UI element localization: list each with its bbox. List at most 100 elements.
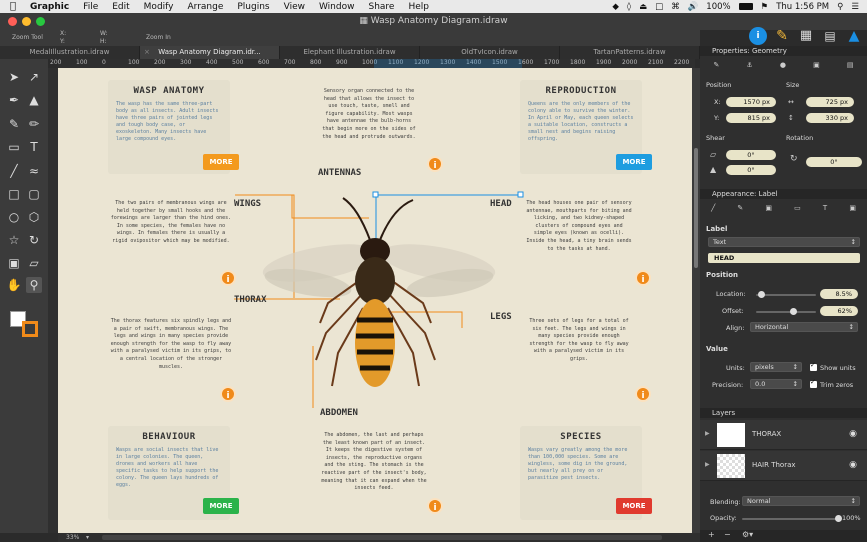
info-icon-legs[interactable]: i	[635, 386, 651, 402]
tab-tartan-patterns[interactable]: TartanPatterns.idraw	[560, 46, 700, 59]
rectangle-tool-icon[interactable]: □	[6, 186, 22, 202]
tab-elephant-illustration[interactable]: Elephant Illustration.idraw	[280, 46, 420, 59]
eraser-tool-icon[interactable]: ▭	[6, 139, 22, 155]
tab-medal-illustration[interactable]: MedalIllustration.idraw	[0, 46, 140, 59]
menu-list-icon[interactable]: ☰	[851, 2, 859, 12]
vertical-scrollbar[interactable]	[692, 68, 700, 533]
star-tool-icon[interactable]: ☆	[6, 232, 22, 248]
drawing-canvas[interactable]: WASP ANATOMY The wasp has the same three…	[58, 68, 692, 533]
menu-window[interactable]: Window	[319, 2, 355, 12]
crop-tool-icon[interactable]: ▣	[6, 255, 22, 271]
offset-slider[interactable]	[756, 308, 816, 315]
spiral-tool-icon[interactable]: ↻	[26, 232, 42, 248]
tab-wasp-anatomy[interactable]: × Wasp Anatomy Diagram.idr...	[140, 46, 280, 59]
battery-icon[interactable]	[738, 3, 753, 10]
paint-roller-icon[interactable]: ▤	[821, 27, 839, 45]
location-slider[interactable]	[756, 291, 816, 298]
menu-plugins[interactable]: Plugins	[237, 2, 269, 12]
offset-slider-knob[interactable]	[789, 308, 797, 315]
wifi-icon[interactable]: ⌘	[671, 2, 680, 12]
frame-tab-icon[interactable]: ▣	[813, 61, 820, 69]
precision-select[interactable]: 0.0 ↕	[750, 379, 802, 389]
width-field[interactable]: 725 px	[806, 97, 854, 107]
shear-horizontal-field[interactable]: 0°	[726, 150, 776, 160]
eye-icon[interactable]: ◉	[849, 460, 857, 470]
ellipse-tool-icon[interactable]: ○	[6, 209, 22, 225]
location-field[interactable]: 8.5%	[820, 289, 858, 299]
menu-arrange[interactable]: Arrange	[188, 2, 224, 12]
trim-zeros-checkbox[interactable]: ✓	[810, 378, 817, 388]
info-icon-head[interactable]: i	[635, 270, 651, 286]
direct-select-icon[interactable]: ↗	[26, 69, 42, 85]
location-slider-knob[interactable]	[757, 291, 765, 298]
line-tool-icon[interactable]: ╱	[6, 163, 22, 179]
flag-icon[interactable]: ⚑	[761, 2, 769, 12]
rotation-field[interactable]: 0°	[806, 157, 862, 167]
dropbox-icon[interactable]: ◆	[612, 2, 619, 12]
text-tab-icon[interactable]: T	[823, 204, 827, 212]
info-icon-abdomen[interactable]: i	[427, 498, 443, 514]
pen-tab-icon[interactable]: ✎	[737, 204, 743, 212]
eject-icon[interactable]: ⏏	[639, 2, 647, 12]
display-icon[interactable]: □	[655, 2, 663, 12]
tab-old-tv-icon[interactable]: OldTvIcon.idraw	[420, 46, 560, 59]
rounded-rect-tool-icon[interactable]: ▢	[26, 186, 42, 202]
pencil-tool-icon[interactable]: ✏	[26, 116, 42, 132]
fill-tab-icon[interactable]: ▣	[765, 204, 772, 212]
menu-view[interactable]: View	[284, 2, 305, 12]
zoom-dropdown-icon[interactable]: ▾	[86, 534, 89, 541]
info-inspector-icon[interactable]: i	[749, 27, 767, 45]
y-position-field[interactable]: 815 px	[726, 113, 776, 123]
offset-field[interactable]: 62%	[820, 306, 858, 316]
shadow-tab-icon[interactable]: ●	[780, 61, 786, 69]
scroll-thumb[interactable]	[694, 148, 698, 268]
apple-icon[interactable]: 	[10, 1, 20, 12]
anchor-tab-icon[interactable]: ⚓	[747, 61, 753, 69]
menu-edit[interactable]: Edit	[112, 2, 129, 12]
x-position-field[interactable]: 1570 px	[726, 97, 776, 107]
pen-tool-icon[interactable]: ✒	[6, 92, 22, 108]
layer-settings-icon[interactable]: ⚙▾	[742, 530, 753, 539]
pencil-inspector-icon[interactable]: ✎	[773, 27, 791, 45]
brush-tab-icon[interactable]: ✎	[714, 61, 720, 69]
layers-inspector-icon[interactable]: ▲	[845, 27, 863, 45]
spotlight-icon[interactable]: ⚲	[837, 2, 843, 12]
stroke-color-swatch[interactable]	[22, 321, 38, 337]
select-arrow-icon[interactable]: ➤	[6, 69, 22, 85]
eye-icon[interactable]: ◉	[849, 429, 857, 439]
zoom-level[interactable]: 33%	[66, 534, 79, 541]
close-tab-icon[interactable]: ×	[144, 46, 150, 59]
menu-modify[interactable]: Modify	[144, 2, 174, 12]
more-button-species[interactable]: MORE	[616, 498, 652, 514]
label-text-field[interactable]: HEAD	[708, 253, 860, 263]
vertical-ruler[interactable]	[48, 68, 58, 533]
path-text-icon[interactable]: ≈	[26, 163, 42, 179]
opacity-slider[interactable]	[742, 515, 842, 522]
label-tab-icon[interactable]: ▣	[849, 204, 856, 212]
hand-tool-icon[interactable]: ✋	[6, 277, 22, 293]
stroke-tab-icon[interactable]: ╱	[711, 204, 715, 212]
label-type-select[interactable]: Text ↕	[708, 237, 860, 247]
status-icon[interactable]: ◊	[627, 2, 631, 12]
align-select[interactable]: Horizontal ↕	[750, 322, 858, 332]
zoom-in-label[interactable]: Zoom In	[146, 34, 171, 41]
eraser-tab-icon[interactable]: ▭	[794, 204, 801, 212]
height-field[interactable]: 330 px	[806, 113, 854, 123]
horizontal-ruler[interactable]: 200 100 0 100 200 300 400 500 600 700 80…	[50, 59, 695, 68]
text-tool-icon[interactable]: T	[26, 139, 42, 155]
expand-triangle-icon[interactable]: ▶	[705, 430, 710, 437]
polygon-tool-icon[interactable]: ⬡	[26, 209, 42, 225]
info-icon-thorax[interactable]: i	[220, 386, 236, 402]
menu-help[interactable]: Help	[408, 2, 429, 12]
slice-tool-icon[interactable]: ▱	[26, 255, 42, 271]
more-button-behaviour[interactable]: MORE	[203, 498, 239, 514]
app-menu[interactable]: Graphic	[30, 2, 69, 12]
horizontal-scrollbar[interactable]	[102, 535, 662, 540]
show-units-checkbox[interactable]: ✓	[810, 361, 817, 371]
add-layer-icon[interactable]: +	[708, 530, 715, 539]
info-icon-wings[interactable]: i	[220, 270, 236, 286]
info-icon-antennas[interactable]: i	[427, 156, 443, 172]
layer-row[interactable]: ▶ THORAX ◉	[700, 420, 867, 450]
document-tab-icon[interactable]: ▤	[847, 61, 854, 69]
blending-select[interactable]: Normal ↕	[742, 496, 860, 506]
